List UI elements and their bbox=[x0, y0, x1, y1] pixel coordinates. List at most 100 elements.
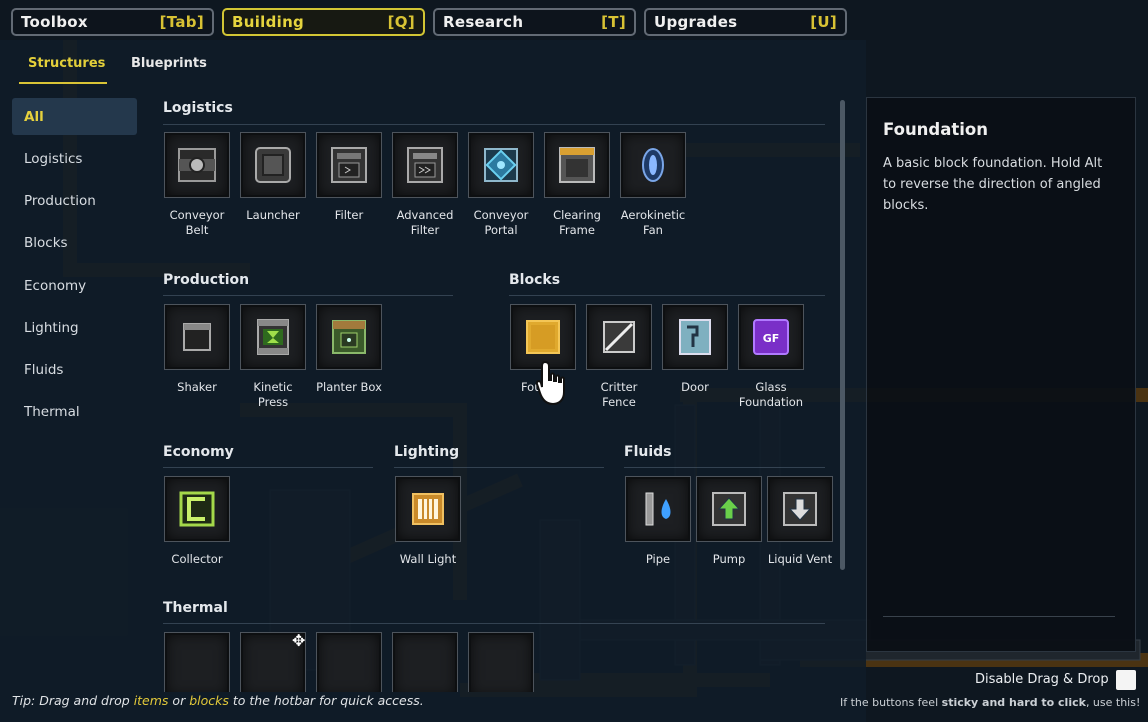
item-aerokinetic-fan[interactable]: Aerokinetic Fan bbox=[615, 132, 691, 244]
item-collector[interactable]: Collector bbox=[159, 476, 235, 588]
item-pump[interactable]: Pump bbox=[691, 476, 767, 588]
item-label: Conveyor bbox=[169, 208, 225, 222]
section-divider bbox=[624, 467, 825, 468]
section-divider bbox=[163, 467, 373, 468]
tab-upgrades-label: Upgrades bbox=[654, 13, 738, 31]
item-label: Foundation bbox=[738, 395, 804, 409]
launcher-icon bbox=[255, 147, 291, 183]
disable-drag-drop-checkbox[interactable] bbox=[1116, 670, 1136, 690]
item-thermal-5[interactable] bbox=[463, 632, 539, 692]
subtab-blueprints[interactable]: Blueprints bbox=[131, 56, 207, 71]
sidebar-item-lighting[interactable]: Lighting bbox=[12, 309, 137, 346]
section-title-production: Production bbox=[163, 272, 250, 288]
hand-cursor-icon bbox=[535, 360, 565, 406]
tab-building[interactable]: Building [Q] bbox=[222, 8, 425, 36]
critter-fence-icon bbox=[603, 321, 635, 353]
content-scrollbar[interactable] bbox=[840, 100, 845, 570]
item-label: Advanced bbox=[396, 208, 454, 222]
item-label: Frame bbox=[559, 223, 595, 237]
details-description: A basic block foundation. Hold Alt to re… bbox=[883, 156, 1103, 213]
details-divider bbox=[883, 616, 1115, 617]
item-shaker[interactable]: Shaker bbox=[159, 304, 235, 416]
item-clearing-frame[interactable]: Clearing Frame bbox=[539, 132, 615, 244]
tab-toolbox[interactable]: Toolbox [Tab] bbox=[11, 8, 214, 36]
sidebar-item-production[interactable]: Production bbox=[12, 182, 137, 219]
wall-light-icon bbox=[412, 493, 444, 525]
glass-foundation-icon: GF bbox=[753, 319, 789, 355]
item-label: Shaker bbox=[177, 380, 217, 394]
tip-items: items bbox=[133, 693, 169, 708]
sidebar-item-thermal[interactable]: Thermal bbox=[12, 393, 137, 430]
details-panel: Foundation A basic block foundation. Hol… bbox=[866, 97, 1136, 652]
item-critter-fence[interactable]: Critter Fence bbox=[581, 304, 657, 416]
tab-building-hotkey: [Q] bbox=[387, 13, 415, 31]
structures-grid: Logistics Conveyor Belt Launcher Filter A… bbox=[148, 96, 856, 692]
item-kinetic-press[interactable]: Kinetic Press bbox=[235, 304, 311, 416]
details-title: Foundation bbox=[883, 120, 989, 139]
item-advanced-filter[interactable]: Advanced Filter bbox=[387, 132, 463, 244]
item-label: Liquid Vent bbox=[767, 552, 833, 566]
aerokinetic-fan-icon bbox=[642, 148, 664, 182]
item-planter-box[interactable]: Planter Box bbox=[311, 304, 387, 416]
item-launcher[interactable]: Launcher bbox=[235, 132, 311, 244]
tip-prefix: Tip: Drag and drop bbox=[12, 693, 134, 708]
section-title-lighting: Lighting bbox=[394, 444, 460, 460]
advanced-filter-icon bbox=[407, 147, 443, 183]
tab-research-label: Research bbox=[443, 13, 524, 31]
subtab-structures[interactable]: Structures bbox=[28, 56, 105, 71]
sidebar-item-fluids[interactable]: Fluids bbox=[12, 351, 137, 388]
tab-upgrades-hotkey: [U] bbox=[810, 13, 837, 31]
section-title-fluids: Fluids bbox=[624, 444, 672, 460]
item-label: Door bbox=[681, 380, 709, 394]
item-label: Critter bbox=[600, 380, 638, 394]
tab-upgrades[interactable]: Upgrades [U] bbox=[644, 8, 847, 36]
building-panel: Structures Blueprints All Logistics Prod… bbox=[0, 40, 866, 722]
liquid-vent-icon bbox=[783, 492, 817, 526]
item-conveyor-belt[interactable]: Conveyor Belt bbox=[159, 132, 235, 244]
filter-icon bbox=[331, 147, 367, 183]
item-door[interactable]: Door bbox=[657, 304, 733, 416]
clearing-frame-icon bbox=[559, 147, 595, 183]
subtab-active-underline bbox=[19, 82, 107, 84]
section-divider bbox=[163, 124, 825, 125]
disable-drag-drop-label: Disable Drag & Drop bbox=[975, 672, 1109, 687]
item-label: Aerokinetic bbox=[620, 208, 686, 222]
item-filter[interactable]: Filter bbox=[311, 132, 387, 244]
conveyor-belt-icon bbox=[178, 148, 216, 182]
item-label: Belt bbox=[185, 223, 209, 237]
foundation-icon bbox=[526, 320, 560, 354]
item-conveyor-portal[interactable]: Conveyor Portal bbox=[463, 132, 539, 244]
section-divider bbox=[394, 467, 604, 468]
item-label: Kinetic bbox=[253, 380, 293, 394]
item-label: Collector bbox=[171, 552, 223, 566]
collector-icon bbox=[179, 491, 215, 527]
item-thermal-3[interactable] bbox=[311, 632, 387, 692]
tip-or: or bbox=[168, 693, 190, 708]
item-thermal-1[interactable] bbox=[159, 632, 235, 692]
tip-suffix: to the hotbar for quick access. bbox=[228, 693, 424, 708]
sidebar-item-blocks[interactable]: Blocks bbox=[12, 224, 137, 261]
item-label: Pipe bbox=[645, 552, 671, 566]
move-cursor-icon: ✥ bbox=[292, 631, 306, 650]
tip-text: Tip: Drag and drop items or blocks to th… bbox=[12, 693, 424, 708]
conveyor-portal-icon bbox=[484, 148, 518, 182]
section-divider bbox=[509, 295, 825, 296]
item-pipe[interactable]: Pipe bbox=[620, 476, 696, 588]
item-label: Clearing bbox=[553, 208, 601, 222]
item-label: Pump bbox=[712, 552, 746, 566]
door-icon bbox=[679, 319, 711, 355]
hint-bold: sticky and hard to click bbox=[941, 696, 1086, 709]
planter-box-icon bbox=[332, 320, 366, 354]
section-title-logistics: Logistics bbox=[163, 100, 233, 116]
sidebar-item-all[interactable]: All bbox=[12, 98, 137, 135]
tab-toolbox-label: Toolbox bbox=[21, 13, 88, 31]
sidebar-item-logistics[interactable]: Logistics bbox=[12, 140, 137, 177]
item-liquid-vent[interactable]: Liquid Vent bbox=[762, 476, 838, 588]
tab-research[interactable]: Research [T] bbox=[433, 8, 636, 36]
item-thermal-4[interactable] bbox=[387, 632, 463, 692]
sidebar-item-economy[interactable]: Economy bbox=[12, 267, 137, 304]
item-glass-foundation[interactable]: GF Glass Foundation bbox=[733, 304, 809, 416]
item-wall-light[interactable]: Wall Light bbox=[390, 476, 466, 588]
pipe-icon bbox=[645, 492, 671, 526]
item-label: Fence bbox=[602, 395, 636, 409]
